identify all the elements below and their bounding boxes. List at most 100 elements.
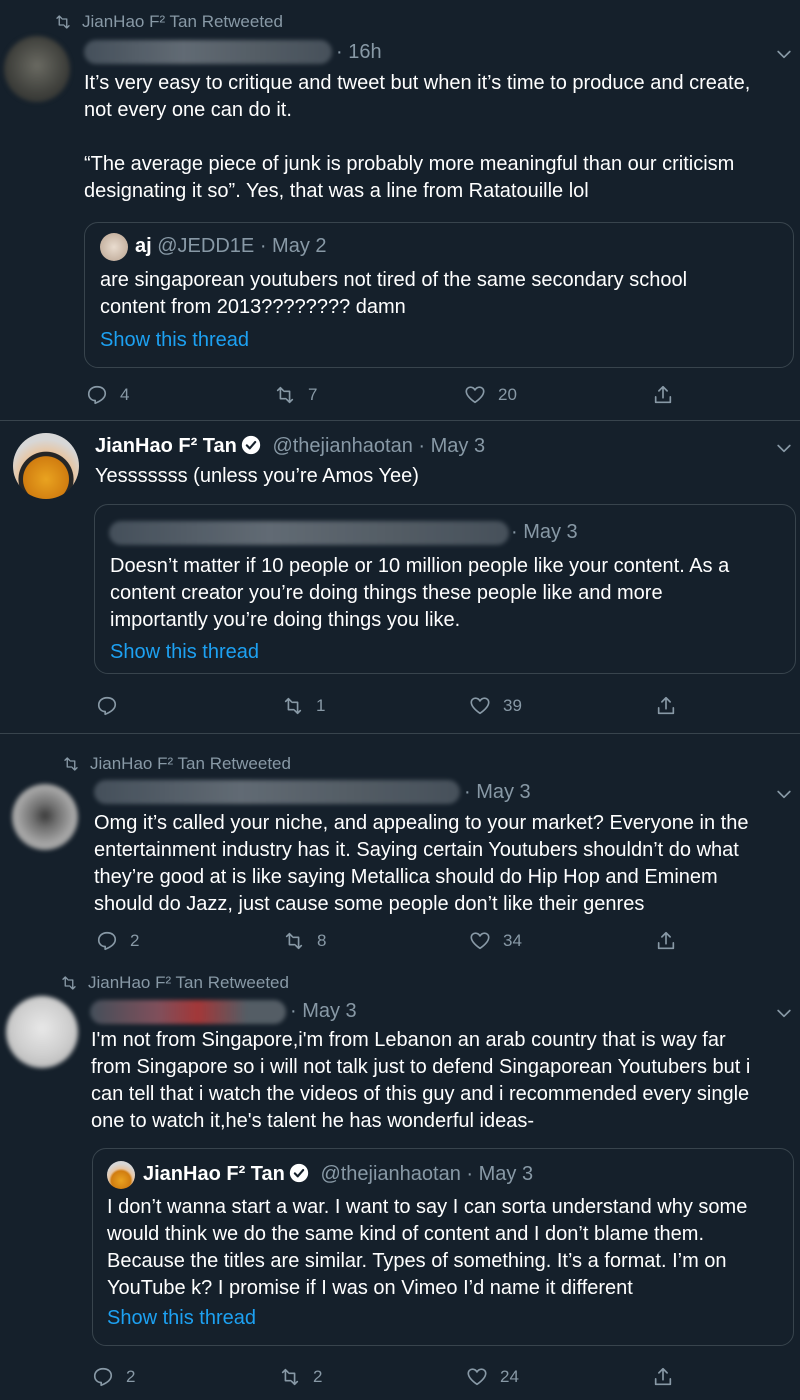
retweet-icon xyxy=(62,755,80,773)
avatar[interactable] xyxy=(12,784,78,850)
retweet-label: JianHao F² Tan Retweeted xyxy=(90,754,291,773)
show-thread-link[interactable]: Show this thread xyxy=(110,641,259,664)
tweet-text: It’s very easy to critique and tweet but… xyxy=(84,72,751,202)
share-button[interactable] xyxy=(652,384,674,406)
quote-time: · May 3 xyxy=(466,1163,534,1185)
like-count: 24 xyxy=(500,1367,519,1386)
quote-avatar xyxy=(107,1161,135,1189)
quote-text: are singaporean youtubers not tired of t… xyxy=(100,269,688,318)
heart-icon xyxy=(469,695,491,717)
tweet-time[interactable]: · May 3 xyxy=(418,435,485,457)
retweet-button[interactable]: 7 xyxy=(274,384,317,406)
tweet-3[interactable]: JianHao F² Tan Retweeted · May 3 Omg it’… xyxy=(0,734,800,965)
chevron-down-icon[interactable] xyxy=(774,438,794,458)
chevron-down-icon[interactable] xyxy=(774,784,794,804)
reply-icon xyxy=(86,384,108,406)
share-icon xyxy=(652,1366,674,1388)
like-button[interactable]: 24 xyxy=(466,1366,519,1388)
reply-button[interactable]: 2 xyxy=(96,930,139,952)
quote-time: · May 3 xyxy=(511,521,578,543)
retweet-label: JianHao F² Tan Retweeted xyxy=(88,973,289,992)
quote-author-name: aj xyxy=(135,235,152,257)
tweet-time[interactable]: · May 3 xyxy=(290,1000,357,1023)
like-button[interactable]: 20 xyxy=(464,384,517,406)
quote-handle: @thejianhaotan xyxy=(320,1163,461,1185)
share-icon xyxy=(652,384,674,406)
quote-handle: @JEDD1E xyxy=(157,235,255,257)
reply-icon xyxy=(96,930,118,952)
reply-count: 2 xyxy=(126,1367,136,1386)
tweet-header: JianHao F² Tan @thejianhaotan · May 3 xyxy=(95,435,485,458)
tweet-actions: 1 39 xyxy=(0,693,800,723)
quote-avatar xyxy=(100,233,128,261)
redacted-username xyxy=(109,521,509,545)
redacted-username xyxy=(90,1000,286,1024)
tweet-text: I'm not from Singapore,i'm from Lebanon … xyxy=(91,1029,751,1132)
quoted-tweet[interactable]: JianHao F² Tan @thejianhaotan · May 3 I … xyxy=(92,1148,794,1346)
chevron-down-icon[interactable] xyxy=(774,1003,794,1023)
tweet-actions: 2 2 24 xyxy=(0,1364,800,1394)
author-handle[interactable]: @thejianhaotan xyxy=(272,435,412,457)
quote-author-name: JianHao F² Tan xyxy=(143,1163,285,1185)
retweet-count: 8 xyxy=(317,931,327,950)
quoted-tweet[interactable]: aj @JEDD1E · May 2 are singaporean youtu… xyxy=(84,222,794,368)
reply-icon xyxy=(92,1366,114,1388)
retweet-indicator: JianHao F² Tan Retweeted xyxy=(62,754,291,774)
retweet-icon xyxy=(279,1366,301,1388)
quoted-tweet[interactable]: · May 3 Doesn’t matter if 10 people or 1… xyxy=(94,504,796,674)
reply-button[interactable]: 2 xyxy=(92,1366,135,1388)
like-count: 34 xyxy=(503,931,522,950)
retweet-button[interactable]: 2 xyxy=(279,1366,322,1388)
retweet-label: JianHao F² Tan Retweeted xyxy=(82,12,283,31)
retweet-button[interactable]: 8 xyxy=(283,930,326,952)
retweet-button[interactable]: 1 xyxy=(282,695,325,717)
verified-badge-icon xyxy=(289,1163,309,1183)
retweet-count: 2 xyxy=(313,1367,323,1386)
retweet-icon xyxy=(54,13,72,31)
share-button[interactable] xyxy=(655,695,677,717)
reply-button[interactable]: 4 xyxy=(86,384,129,406)
tweet-4[interactable]: JianHao F² Tan Retweeted · May 3 I'm not… xyxy=(0,954,800,1400)
quote-text: I don’t wanna start a war. I want to say… xyxy=(107,1196,748,1299)
heart-icon xyxy=(466,1366,488,1388)
avatar[interactable] xyxy=(4,36,70,102)
like-count: 39 xyxy=(503,696,522,715)
retweet-count: 7 xyxy=(308,385,318,404)
retweet-icon xyxy=(282,695,304,717)
redacted-username xyxy=(84,40,332,64)
quote-header: JianHao F² Tan @thejianhaotan · May 3 xyxy=(143,1163,533,1186)
retweet-count: 1 xyxy=(316,696,326,715)
reply-icon xyxy=(96,695,118,717)
tweet-time[interactable]: · May 3 xyxy=(464,781,531,804)
reply-count: 2 xyxy=(130,931,140,950)
share-icon xyxy=(655,695,677,717)
tweet-1[interactable]: JianHao F² Tan Retweeted · 16h It’s very… xyxy=(0,0,800,420)
tweet-text: Yesssssss (unless you’re Amos Yee) xyxy=(95,465,419,487)
share-button[interactable] xyxy=(655,930,677,952)
retweet-indicator: JianHao F² Tan Retweeted xyxy=(60,973,289,993)
retweet-icon xyxy=(274,384,296,406)
avatar[interactable] xyxy=(6,996,78,1068)
verified-badge-icon xyxy=(241,435,261,455)
reply-count: 4 xyxy=(120,385,130,404)
tweet-2[interactable]: JianHao F² Tan @thejianhaotan · May 3 Ye… xyxy=(0,421,800,730)
quote-time: · May 2 xyxy=(259,235,327,257)
heart-icon xyxy=(464,384,486,406)
retweet-icon xyxy=(60,974,78,992)
reply-button[interactable] xyxy=(96,695,130,717)
avatar[interactable] xyxy=(13,433,79,499)
author-name[interactable]: JianHao F² Tan xyxy=(95,435,237,457)
quote-text: Doesn’t matter if 10 people or 10 millio… xyxy=(110,555,730,631)
share-button[interactable] xyxy=(652,1366,674,1388)
chevron-down-icon[interactable] xyxy=(774,44,794,64)
show-thread-link[interactable]: Show this thread xyxy=(107,1307,256,1330)
show-thread-link[interactable]: Show this thread xyxy=(100,329,249,352)
retweet-indicator: JianHao F² Tan Retweeted xyxy=(54,12,283,32)
tweet-time[interactable]: · 16h xyxy=(336,41,382,64)
like-button[interactable]: 39 xyxy=(469,695,522,717)
like-button[interactable]: 34 xyxy=(469,930,522,952)
like-count: 20 xyxy=(498,385,517,404)
redacted-username xyxy=(94,780,460,804)
tweet-text: Omg it’s called your niche, and appealin… xyxy=(94,812,749,915)
heart-icon xyxy=(469,930,491,952)
